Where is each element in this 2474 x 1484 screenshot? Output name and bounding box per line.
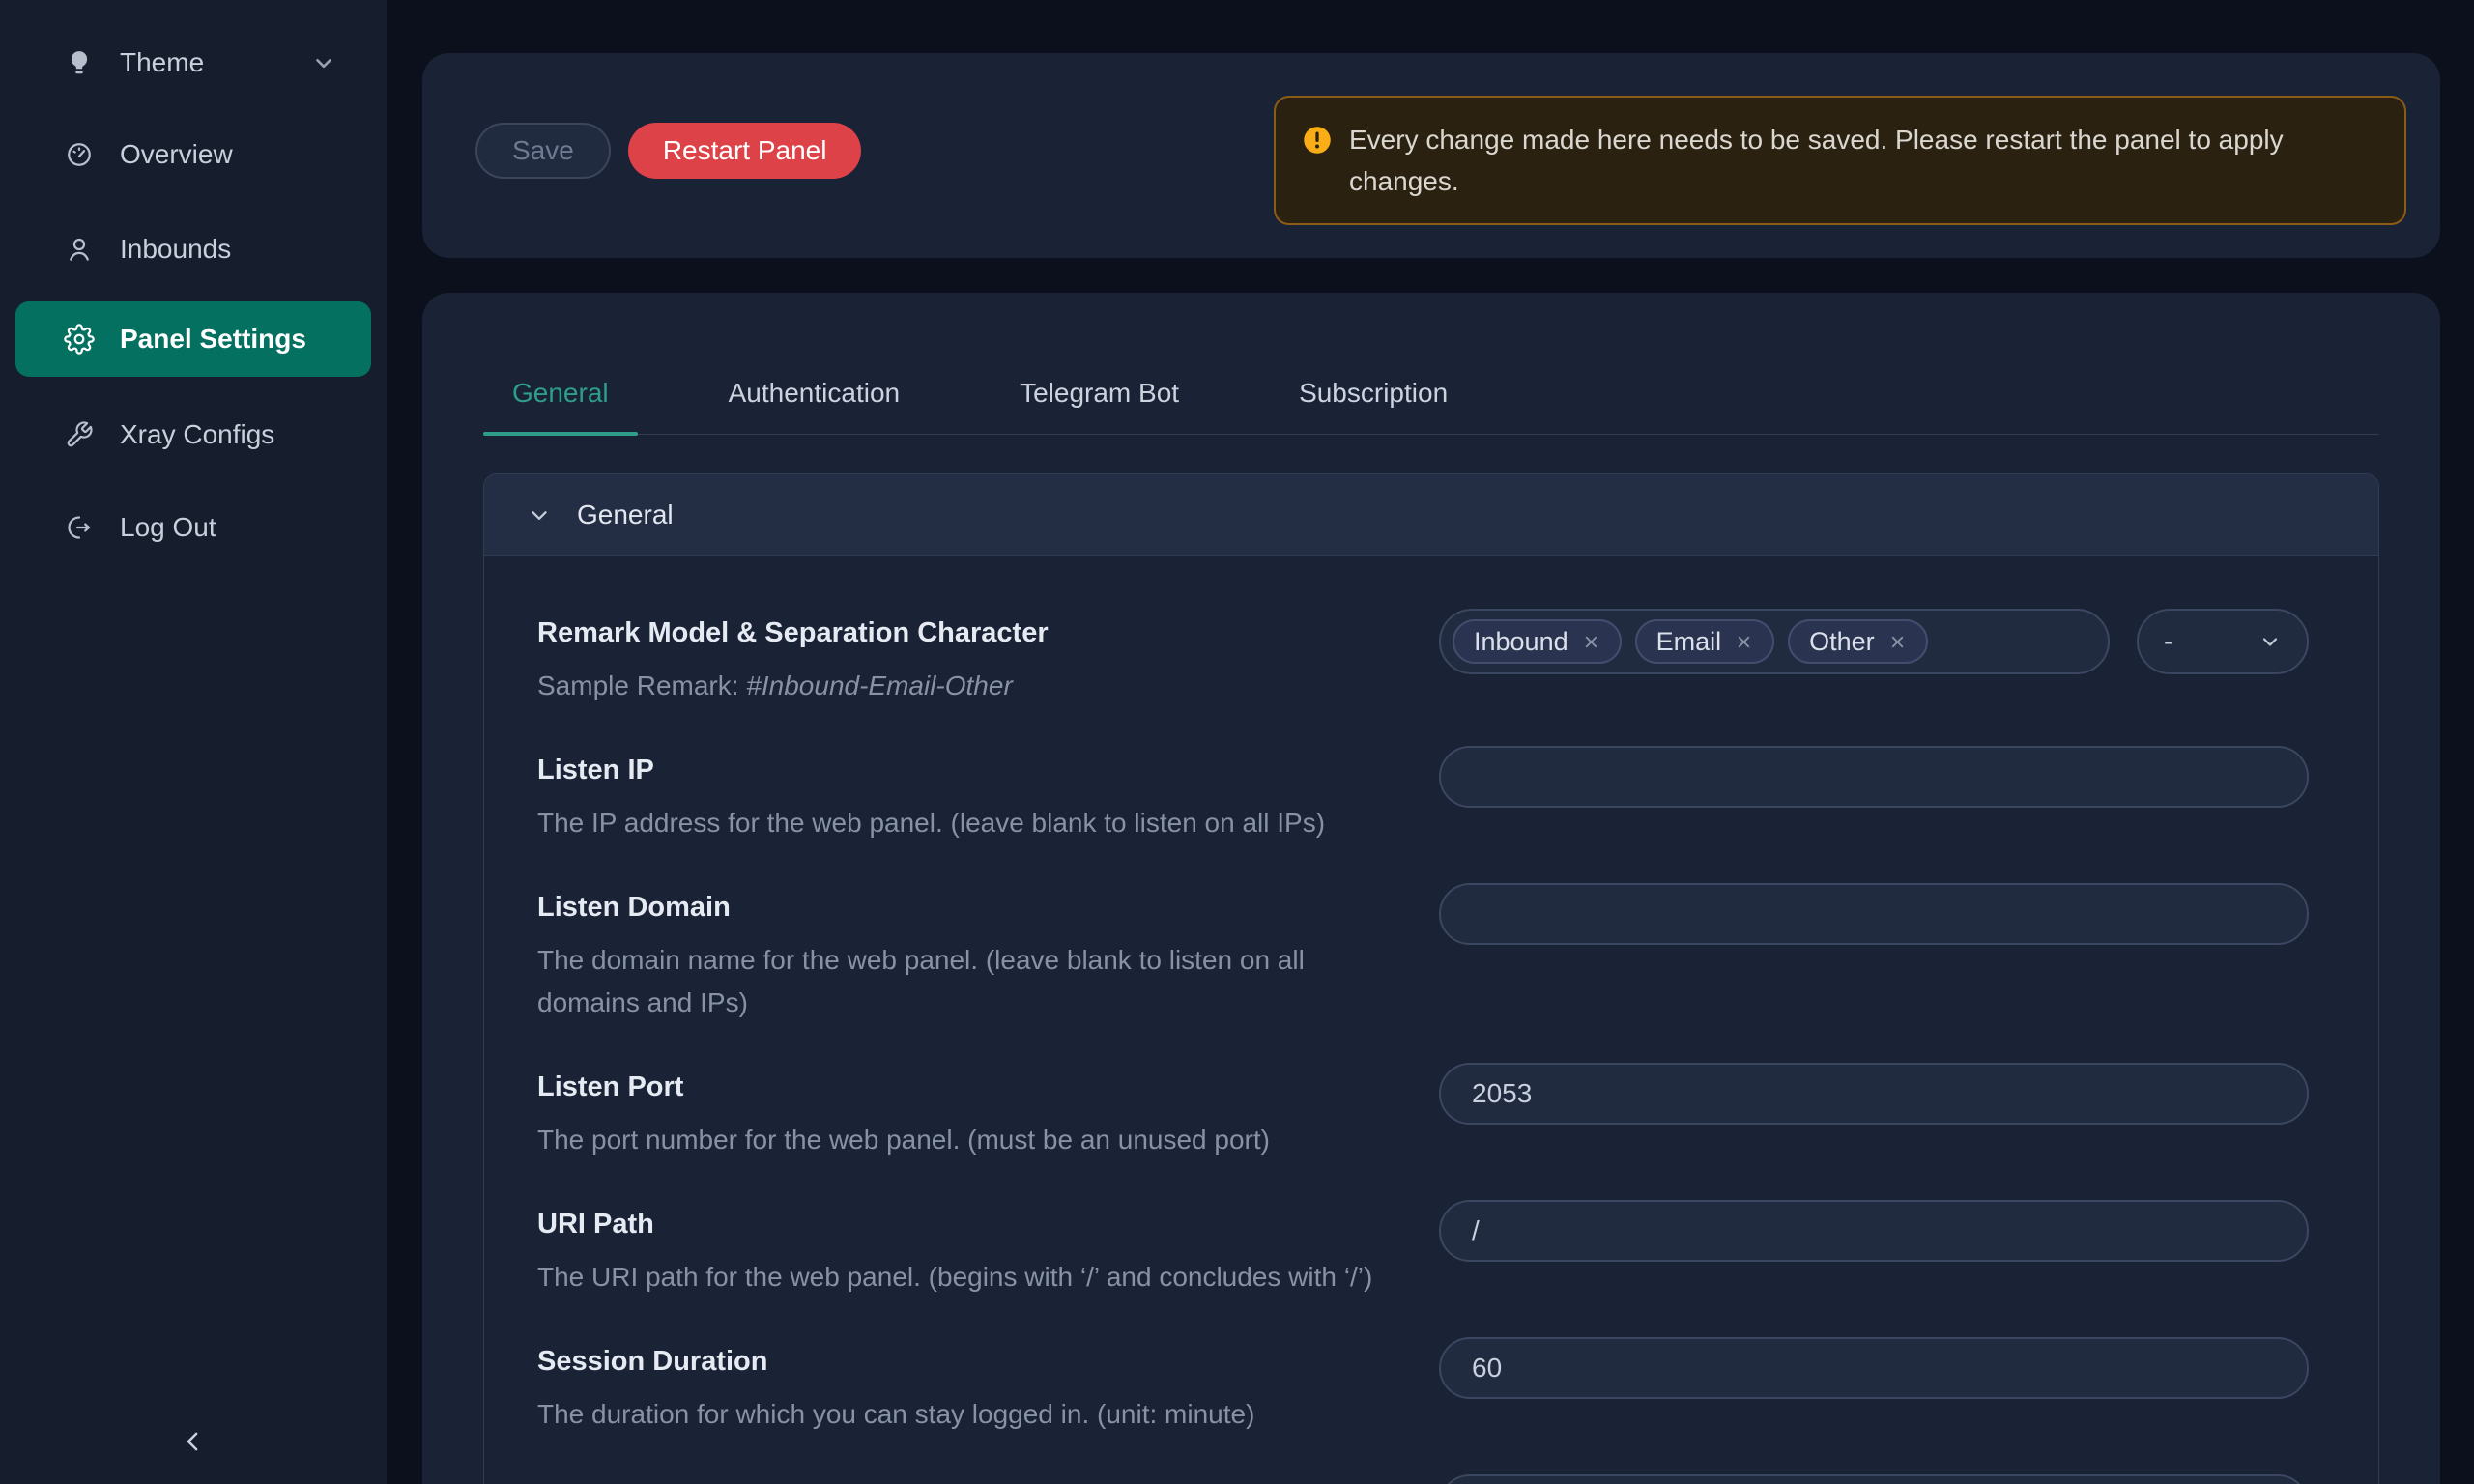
sidebar-item-xray-configs[interactable]: Xray Configs [0, 406, 387, 464]
field-description: Sample Remark: #Inbound-Email-Other [537, 665, 1388, 707]
theme-label: Theme [120, 47, 204, 78]
form-row-remark-model: Remark Model & Separation Character Samp… [537, 609, 2309, 707]
separator-select[interactable]: - [2137, 609, 2309, 674]
sidebar-item-log-out[interactable]: Log Out [0, 499, 387, 556]
general-collapse-panel: General Remark Model & Separation Charac… [483, 473, 2379, 1484]
listen-domain-input[interactable] [1439, 883, 2309, 945]
field-description: The IP address for the web panel. (leave… [537, 802, 1388, 844]
gear-icon [64, 324, 95, 355]
sidebar-item-overview[interactable]: Overview [0, 126, 387, 184]
close-icon[interactable] [1735, 633, 1753, 651]
restart-panel-button[interactable]: Restart Panel [628, 123, 862, 179]
sidebar-item-inbounds[interactable]: Inbounds [0, 220, 387, 278]
form-row-uri-path: URI Path The URI path for the web panel.… [537, 1200, 2309, 1298]
listen-port-input[interactable] [1439, 1063, 2309, 1125]
field-label: Session Duration [537, 1345, 1400, 1378]
uri-path-input[interactable] [1439, 1200, 2309, 1262]
sidebar-item-label: Log Out [120, 512, 216, 543]
separator-select-value: - [2164, 626, 2172, 657]
chevron-down-icon [2258, 630, 2282, 653]
field-label: URI Path [537, 1208, 1400, 1241]
sidebar-item-label: Inbounds [120, 234, 231, 265]
close-icon[interactable] [1582, 633, 1600, 651]
remark-tag: Other [1788, 619, 1928, 664]
remark-model-multiselect[interactable]: Inbound Email [1439, 609, 2110, 674]
dashboard-icon [64, 139, 95, 170]
tab-authentication[interactable]: Authentication [700, 360, 929, 434]
field-label: Listen IP [537, 754, 1400, 786]
settings-card: General Authentication Telegram Bot Subs… [422, 293, 2440, 1484]
listen-ip-input[interactable] [1439, 746, 2309, 808]
sidebar-item-label: Panel Settings [120, 324, 306, 355]
form-row-listen-domain: Listen Domain The domain name for the we… [537, 883, 2309, 1024]
field-label: Listen Port [537, 1070, 1400, 1103]
session-duration-input[interactable] [1439, 1337, 2309, 1399]
form-row-listen-port: Listen Port The port number for the web … [537, 1063, 2309, 1161]
logout-icon [64, 512, 95, 543]
form-row-listen-ip: Listen IP The IP address for the web pan… [537, 746, 2309, 844]
tab-subscription[interactable]: Subscription [1270, 360, 1477, 434]
warning-alert: Every change made here needs to be saved… [1274, 96, 2406, 225]
field-description: The URI path for the web panel. (begins … [537, 1256, 1388, 1298]
sidebar-item-label: Xray Configs [120, 419, 274, 450]
chevron-left-icon [179, 1427, 208, 1456]
field-description: The duration for which you can stay logg… [537, 1393, 1388, 1436]
sidebar: Theme Overview Inbounds Panel Settings [0, 0, 387, 1484]
sidebar-item-panel-settings[interactable]: Panel Settings [15, 301, 371, 377]
tab-general[interactable]: General [483, 360, 638, 434]
chevron-down-icon [311, 50, 336, 75]
close-icon[interactable] [1888, 633, 1907, 651]
form-row-pagination-size: Pagination Size [537, 1474, 2309, 1484]
form-row-session-duration: Session Duration The duration for which … [537, 1337, 2309, 1436]
wrench-icon [64, 419, 95, 450]
remark-tag: Inbound [1453, 619, 1622, 664]
lightbulb-icon [64, 47, 95, 78]
field-label: Remark Model & Separation Character [537, 616, 1400, 649]
toolbar-card: Save Restart Panel Every change made her… [422, 53, 2440, 258]
sidebar-collapse-button[interactable] [164, 1413, 222, 1470]
warning-alert-text: Every change made here needs to be saved… [1349, 119, 2377, 202]
tab-telegram-bot[interactable]: Telegram Bot [991, 360, 1208, 434]
toolbar-buttons: Save Restart Panel [475, 123, 861, 179]
main-content: Save Restart Panel Every change made her… [387, 0, 2474, 1484]
chevron-down-icon [527, 502, 552, 528]
theme-selector[interactable]: Theme [0, 35, 336, 91]
section-title: General [577, 499, 674, 530]
user-icon [64, 234, 95, 265]
field-label: Listen Domain [537, 891, 1400, 924]
pagination-size-input[interactable] [1439, 1474, 2309, 1484]
field-description: The domain name for the web panel. (leav… [537, 939, 1388, 1024]
save-button[interactable]: Save [475, 123, 611, 179]
settings-tabs: General Authentication Telegram Bot Subs… [483, 360, 2379, 435]
general-collapse-header[interactable]: General [484, 474, 2378, 556]
remark-tag: Email [1635, 619, 1775, 664]
field-description: The port number for the web panel. (must… [537, 1119, 1388, 1161]
exclamation-circle-icon [1303, 126, 1332, 155]
general-form: Remark Model & Separation Character Samp… [484, 556, 2378, 1484]
sidebar-item-label: Overview [120, 139, 233, 170]
